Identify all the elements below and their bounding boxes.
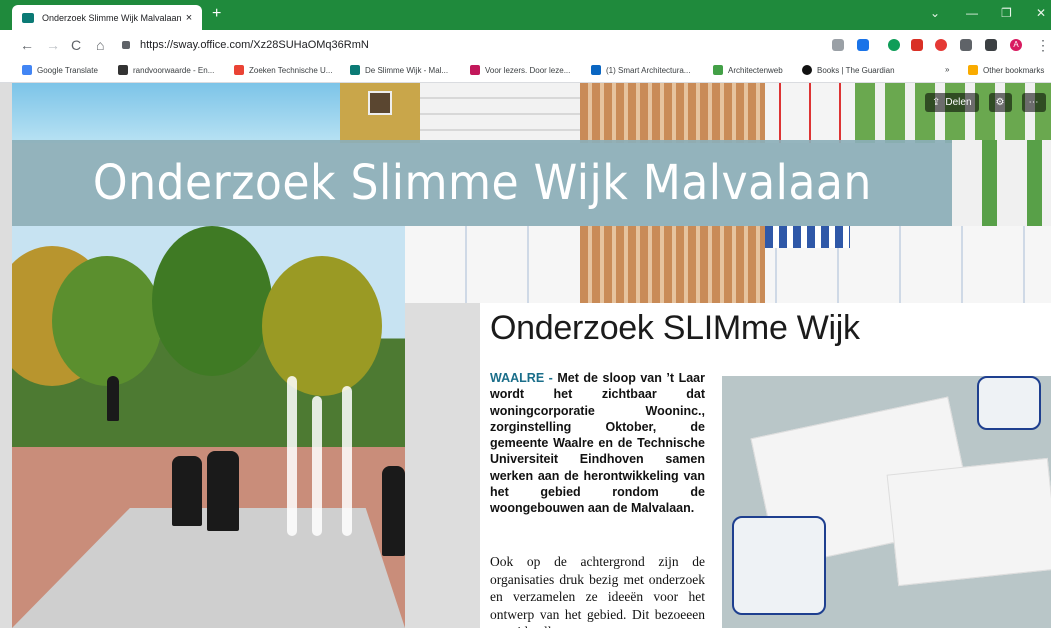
share-icon: ⇪ xyxy=(932,96,941,108)
tab-search-icon[interactable]: ⌄ xyxy=(930,6,940,20)
article-dateline: WAALRE - xyxy=(490,371,553,385)
park-visualization-image xyxy=(12,226,405,628)
browser-tab-bar: Onderzoek Slimme Wijk Malvalaan × + ⌄ — … xyxy=(0,0,1051,30)
article-headline: Onderzoek SLIMme Wijk xyxy=(490,309,860,347)
bookmark-item[interactable]: Books | The Guardian xyxy=(802,65,895,75)
bookmark-item[interactable]: De Slimme Wijk - Mal... xyxy=(350,65,448,75)
address-bar[interactable]: https://sway.office.com/Xz28SUHaOMq36RmN xyxy=(118,35,878,55)
extensions-puzzle-icon[interactable] xyxy=(960,39,972,51)
reload-icon[interactable]: C xyxy=(71,37,81,53)
bookmarks-bar: Google Translate randvoorwaarde - En... … xyxy=(0,60,1051,83)
photo-collage-image xyxy=(722,376,1051,628)
bookmark-item[interactable]: Zoeken Technische U... xyxy=(234,65,332,75)
side-panel-icon[interactable] xyxy=(985,39,997,51)
back-icon[interactable]: ← xyxy=(20,37,34,53)
url-text: https://sway.office.com/Xz28SUHaOMq36RmN xyxy=(140,39,369,51)
sway-toolbar: ⇪ Delen ⚙ ⋯ xyxy=(925,87,1051,117)
other-bookmarks-folder[interactable]: Other bookmarks xyxy=(968,65,1044,75)
bookmark-item[interactable]: Google Translate xyxy=(22,65,98,75)
more-options-icon[interactable]: ⋯ xyxy=(1021,92,1046,112)
search-site-icon xyxy=(234,65,244,75)
wood-slats-image xyxy=(580,83,765,143)
restore-icon[interactable]: ❐ xyxy=(1001,6,1012,20)
share-page-icon[interactable] xyxy=(832,39,844,51)
lock-icon xyxy=(122,41,130,49)
close-window-icon[interactable]: ✕ xyxy=(1036,6,1046,20)
article-lead-text: Met de sloop van ’t Laar wordt het zicht… xyxy=(490,371,705,516)
article-lead: WAALRE - Met de sloop van ’t Laar wordt … xyxy=(490,370,705,517)
bookmark-item[interactable]: randvoorwaarde - En... xyxy=(118,65,214,75)
bookmark-item[interactable]: Architectenweb xyxy=(713,65,783,75)
new-tab-button[interactable]: + xyxy=(212,6,221,22)
sway-canvas: ⇪ Delen ⚙ ⋯ Onderzoek Slimme Wijk Malval… xyxy=(0,83,1051,628)
tiles-image xyxy=(765,83,855,143)
wooden-house-image xyxy=(340,83,420,143)
sky-image xyxy=(12,83,342,143)
forward-icon[interactable]: → xyxy=(46,37,60,53)
guardian-icon xyxy=(802,65,812,75)
bookmark-item[interactable]: Voor lezers. Door leze... xyxy=(470,65,570,75)
bookmark-star-icon[interactable] xyxy=(857,39,869,51)
page-title: Onderzoek Slimme Wijk Malvalaan xyxy=(92,155,872,211)
collage-image xyxy=(405,226,1051,303)
folder-icon xyxy=(968,65,978,75)
extension-green-icon[interactable] xyxy=(888,39,900,51)
extension-red-icon[interactable] xyxy=(911,39,923,51)
translate-icon xyxy=(22,65,32,75)
sway-favicon-icon xyxy=(22,12,34,23)
profile-avatar[interactable]: A xyxy=(1010,39,1022,51)
home-icon[interactable]: ⌂ xyxy=(96,37,104,53)
dictionary-icon xyxy=(118,65,128,75)
chat-icon xyxy=(470,65,480,75)
architectenweb-icon xyxy=(713,65,723,75)
bookmark-item[interactable]: (1) Smart Architectura... xyxy=(591,65,690,75)
tab-sway[interactable]: Onderzoek Slimme Wijk Malvalaan × xyxy=(12,5,202,30)
share-label: Delen xyxy=(945,96,972,108)
extension-eye-icon[interactable] xyxy=(935,39,947,51)
article-card: Onderzoek SLIMme Wijk WAALRE - Met de sl… xyxy=(480,303,1051,628)
bookmarks-overflow-button[interactable]: » xyxy=(945,65,949,74)
menu-kebab-icon[interactable]: ⋮ xyxy=(1036,37,1050,54)
article-body: Ook op de achtergrond zijn de organisati… xyxy=(490,554,705,628)
settings-gear-icon[interactable]: ⚙ xyxy=(988,92,1012,112)
address-row: ← → C ⌂ https://sway.office.com/Xz28SUHa… xyxy=(0,30,1051,60)
share-button[interactable]: ⇪ Delen xyxy=(925,92,979,112)
linkedin-icon xyxy=(591,65,601,75)
tab-title: Onderzoek Slimme Wijk Malvalaan xyxy=(42,12,182,23)
tab-close-icon[interactable]: × xyxy=(182,12,196,24)
sway-title-banner: Onderzoek Slimme Wijk Malvalaan xyxy=(12,140,952,226)
sway-icon xyxy=(350,65,360,75)
minimize-icon[interactable]: — xyxy=(966,6,978,20)
facade-image xyxy=(420,83,580,143)
